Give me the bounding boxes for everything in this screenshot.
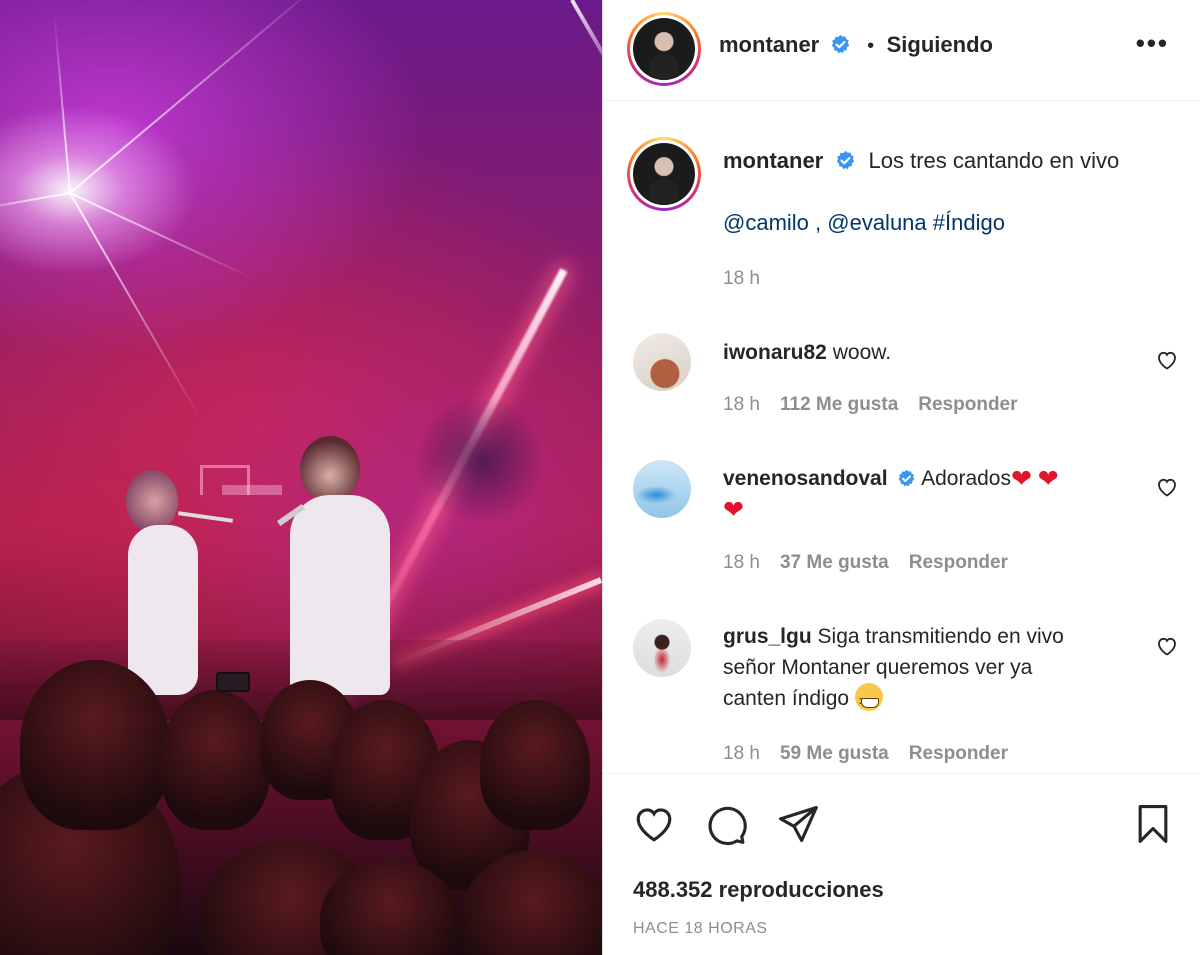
drum-kit bbox=[410, 400, 550, 520]
comment: venenosandoval Adorados❤ ❤ ❤ bbox=[723, 463, 1163, 525]
more-options-icon[interactable]: ••• bbox=[1136, 30, 1169, 56]
lens-flare-ray bbox=[69, 0, 332, 194]
verified-badge-icon bbox=[899, 469, 915, 487]
hashtag-link[interactable]: #Índigo bbox=[933, 210, 1005, 235]
singer-female-head bbox=[126, 470, 178, 532]
mention-separator: , bbox=[808, 210, 828, 235]
lens-flare-ray bbox=[69, 192, 252, 279]
stage-light-beam bbox=[570, 0, 602, 71]
verified-badge-icon bbox=[831, 34, 849, 54]
comment-username[interactable]: grus_lgu bbox=[723, 625, 812, 648]
comment-username[interactable]: venenosandoval bbox=[723, 467, 888, 490]
audience-member bbox=[160, 690, 270, 830]
lens-flare-ray bbox=[69, 192, 201, 419]
comment-username[interactable]: iwonaru82 bbox=[723, 341, 827, 364]
comment-text: Adorados bbox=[921, 467, 1011, 490]
comment-timestamp[interactable]: 18 h bbox=[723, 394, 760, 415]
comment: iwonaru82 woow. bbox=[723, 337, 891, 368]
singer-male bbox=[290, 495, 390, 695]
mention-link[interactable]: @camilo bbox=[723, 210, 809, 235]
reply-button[interactable]: Responder bbox=[909, 552, 1008, 573]
comment-text-line: canten índigo bbox=[723, 687, 850, 710]
lens-flare-ray bbox=[0, 192, 71, 215]
audience-member bbox=[480, 700, 590, 830]
red-heart-emoji-icon: ❤ bbox=[723, 496, 744, 524]
comment-text-line: señor Montaner queremos ver ya bbox=[723, 656, 1033, 679]
comment-meta: 18 h 37 Me gusta Responder bbox=[723, 552, 1008, 574]
separator-dot: • bbox=[867, 35, 875, 57]
author-username[interactable]: montaner bbox=[719, 32, 819, 57]
comment-meta: 18 h 59 Me gusta Responder bbox=[723, 743, 1008, 765]
comment: grus_lgu Siga transmitiendo en vivo seño… bbox=[723, 621, 1153, 717]
caption-tags: @camilo , @evaluna #Índigo bbox=[723, 210, 1005, 236]
comment-icon[interactable] bbox=[704, 802, 748, 846]
comment-likes-count[interactable]: 112 Me gusta bbox=[780, 394, 898, 415]
caption-timestamp[interactable]: 18 h bbox=[723, 268, 760, 290]
phone-screen bbox=[216, 672, 250, 692]
comment-like-heart-icon[interactable] bbox=[1155, 634, 1179, 658]
singer-male-head bbox=[300, 436, 360, 502]
reply-button[interactable]: Responder bbox=[909, 743, 1008, 764]
singer-female bbox=[128, 525, 198, 695]
red-heart-emoji-icon: ❤ bbox=[1011, 465, 1032, 493]
audience-member bbox=[20, 660, 170, 830]
heart-icon[interactable] bbox=[632, 802, 676, 846]
comment-likes-count[interactable]: 59 Me gusta bbox=[780, 743, 889, 764]
author-avatar[interactable] bbox=[627, 12, 701, 86]
commenter-avatar[interactable] bbox=[633, 460, 691, 518]
microphone bbox=[177, 511, 234, 523]
caption-text: Los tres cantando en vivo bbox=[868, 148, 1120, 173]
post-details-panel: montaner • Siguiendo ••• montaner Los tr… bbox=[602, 0, 1200, 955]
tired-face-emoji-icon bbox=[854, 683, 883, 717]
post-video[interactable] bbox=[0, 0, 602, 955]
post-header: montaner • Siguiendo ••• bbox=[603, 0, 1200, 101]
post-actions-bar: 488.352 reproducciones HACE 18 HORAS bbox=[603, 773, 1200, 955]
comment-timestamp[interactable]: 18 h bbox=[723, 552, 760, 573]
view-count[interactable]: 488.352 reproducciones bbox=[633, 877, 884, 903]
commenter-avatar[interactable] bbox=[633, 333, 691, 391]
comment-like-heart-icon[interactable] bbox=[1155, 475, 1179, 499]
reply-button[interactable]: Responder bbox=[918, 394, 1017, 415]
bookmark-icon[interactable] bbox=[1131, 802, 1175, 846]
comment-text: woow. bbox=[832, 341, 892, 364]
mention-link[interactable]: @evaluna bbox=[827, 210, 926, 235]
stage-truss bbox=[222, 485, 282, 495]
caption-author-avatar[interactable] bbox=[627, 137, 701, 211]
share-icon[interactable] bbox=[776, 802, 820, 846]
comment-like-heart-icon[interactable] bbox=[1155, 348, 1179, 372]
commenter-avatar[interactable] bbox=[633, 619, 691, 677]
verified-badge-icon bbox=[837, 150, 855, 170]
comment-timestamp[interactable]: 18 h bbox=[723, 743, 760, 764]
post-age[interactable]: HACE 18 HORAS bbox=[633, 920, 768, 938]
caption-username[interactable]: montaner bbox=[723, 148, 823, 173]
comment-meta: 18 h 112 Me gusta Responder bbox=[723, 394, 1018, 416]
comment-text-line: Siga transmitiendo en vivo bbox=[817, 625, 1064, 648]
red-heart-emoji-icon: ❤ bbox=[1037, 465, 1059, 493]
follow-status-button[interactable]: Siguiendo bbox=[887, 32, 993, 57]
comment-likes-count[interactable]: 37 Me gusta bbox=[780, 552, 889, 573]
caption-line: montaner Los tres cantando en vivo bbox=[723, 148, 1119, 174]
lens-flare-ray bbox=[53, 13, 71, 194]
